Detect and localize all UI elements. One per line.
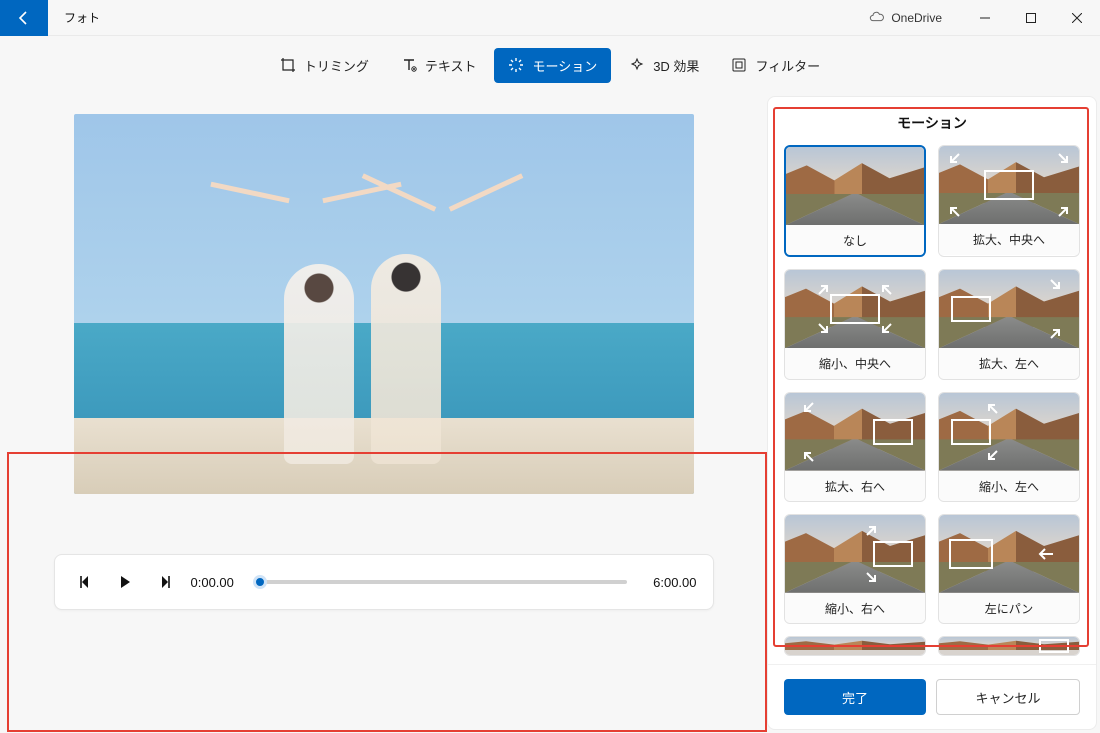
- window-controls: [962, 0, 1100, 36]
- filter-tab[interactable]: フィルター: [717, 48, 834, 83]
- motion-panel: モーション なし 拡大、中央へ: [767, 96, 1097, 730]
- motion-label: 左にパン: [939, 593, 1079, 624]
- prev-frame-button[interactable]: [71, 568, 99, 596]
- onedrive-status[interactable]: OneDrive: [869, 10, 942, 26]
- motion-option-zoom-in-center[interactable]: 拡大、中央へ: [938, 145, 1080, 257]
- seek-thumb[interactable]: [253, 575, 267, 589]
- motion-option-partial[interactable]: [784, 636, 926, 656]
- motion-option-zoom-in-left[interactable]: 拡大、左へ: [938, 269, 1080, 379]
- tab-label: トリミング: [304, 56, 369, 75]
- next-frame-button[interactable]: [151, 568, 179, 596]
- motion-option-pan-left[interactable]: 左にパン: [938, 514, 1080, 624]
- motion-grid: なし 拡大、中央へ: [768, 145, 1096, 664]
- toolbar: トリミング テキスト モーション 3D 効果 フィルター: [0, 36, 1100, 94]
- motion-label: 縮小、右へ: [785, 593, 925, 624]
- done-button[interactable]: 完了: [784, 679, 926, 715]
- main: 0:00.00 6:00.00 モーション なし: [0, 94, 1100, 733]
- close-button[interactable]: [1054, 0, 1100, 36]
- tab-label: テキスト: [425, 56, 477, 75]
- motion-option-zoom-in-right[interactable]: 拡大、右へ: [784, 392, 926, 502]
- play-button[interactable]: [111, 568, 139, 596]
- cancel-button[interactable]: キャンセル: [936, 679, 1080, 715]
- back-button[interactable]: [0, 0, 48, 36]
- playback-bar: 0:00.00 6:00.00: [54, 554, 714, 610]
- titlebar: フォト OneDrive: [0, 0, 1100, 36]
- 3d-effect-tab[interactable]: 3D 効果: [615, 48, 713, 83]
- panel-footer: 完了 キャンセル: [768, 664, 1096, 729]
- motion-option-partial[interactable]: [938, 636, 1080, 656]
- maximize-button[interactable]: [1008, 0, 1054, 36]
- crop-icon: [280, 57, 296, 73]
- trimming-tab[interactable]: トリミング: [266, 48, 383, 83]
- motion-label: なし: [786, 225, 924, 256]
- onedrive-label: OneDrive: [891, 11, 942, 25]
- panel-title: モーション: [768, 97, 1096, 145]
- preview-image[interactable]: [74, 114, 694, 494]
- text-tab[interactable]: テキスト: [387, 48, 491, 83]
- minimize-button[interactable]: [962, 0, 1008, 36]
- motion-label: 縮小、中央へ: [785, 348, 925, 379]
- filter-icon: [731, 57, 747, 73]
- motion-label: 拡大、右へ: [785, 471, 925, 502]
- motion-icon: [508, 57, 524, 73]
- app-title: フォト: [64, 9, 100, 26]
- tab-label: フィルター: [755, 56, 820, 75]
- motion-label: 拡大、中央へ: [939, 224, 1079, 255]
- text-icon: [401, 57, 417, 73]
- motion-option-zoom-out-center[interactable]: 縮小、中央へ: [784, 269, 926, 379]
- sparkle-icon: [629, 57, 645, 73]
- total-time: 6:00.00: [653, 575, 696, 590]
- motion-label: 縮小、左へ: [939, 471, 1079, 502]
- preview-column: 0:00.00 6:00.00: [0, 94, 767, 733]
- tab-label: 3D 効果: [653, 56, 699, 75]
- motion-tab[interactable]: モーション: [494, 48, 611, 83]
- motion-option-none[interactable]: なし: [784, 145, 926, 257]
- motion-option-zoom-out-left[interactable]: 縮小、左へ: [938, 392, 1080, 502]
- tab-label: モーション: [532, 56, 597, 75]
- seek-track[interactable]: [260, 580, 627, 584]
- cloud-icon: [869, 10, 885, 26]
- motion-label: 拡大、左へ: [939, 348, 1079, 379]
- motion-option-zoom-out-right[interactable]: 縮小、右へ: [784, 514, 926, 624]
- current-time: 0:00.00: [191, 575, 234, 590]
